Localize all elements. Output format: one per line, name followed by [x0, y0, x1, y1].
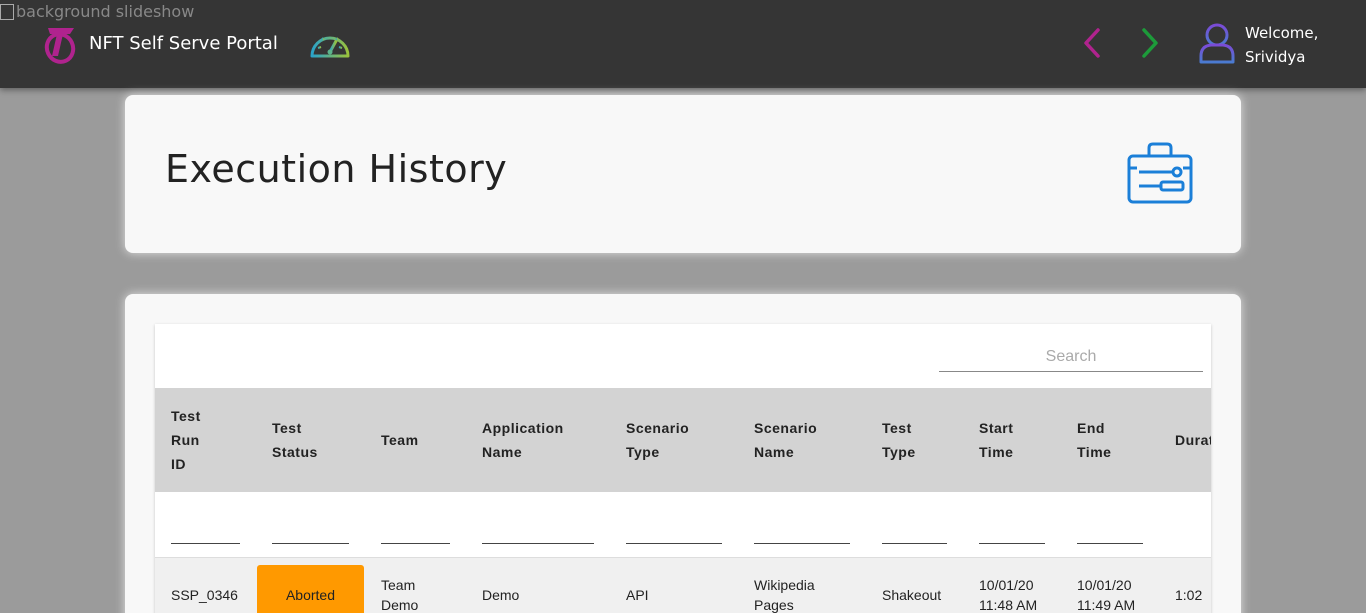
filter-scenario-type[interactable] — [626, 524, 722, 544]
col-header-scenario-type[interactable]: Scenario Type — [626, 388, 689, 492]
search-input[interactable] — [939, 342, 1203, 372]
background-slideshow-image: background slideshow — [0, 2, 194, 21]
execution-history-card: TestRunID TestStatus Team ApplicationNam… — [125, 294, 1241, 613]
table-row[interactable]: SSP_0346 Aborted Team Demo Demo API Wikip… — [155, 558, 1211, 613]
cell-end-time: 10/01/20 11:49 AM — [1077, 577, 1136, 613]
cell-scenario-type: API — [626, 587, 649, 603]
cell-team: Team Demo — [381, 577, 419, 613]
col-header-duration[interactable]: Durat — [1175, 388, 1211, 492]
filter-test-status[interactable] — [272, 524, 349, 544]
portal-brand[interactable]: NFT Self Serve Portal — [89, 33, 278, 54]
col-header-team[interactable]: Team — [381, 388, 419, 492]
cell-test-run-id: SSP_0346 — [171, 587, 238, 603]
speedometer-icon[interactable] — [308, 26, 352, 60]
page-title-card: Execution History — [125, 95, 1241, 253]
cell-scenario-name: Wikipedia Pages — [754, 577, 815, 613]
filter-scenario-name[interactable] — [754, 524, 850, 544]
filter-team[interactable] — [381, 524, 450, 544]
col-header-test-run-id[interactable]: Test Run ID — [171, 388, 201, 492]
execution-history-table: TestRunID TestStatus Team ApplicationNam… — [155, 324, 1211, 613]
filter-end-time[interactable] — [1077, 524, 1143, 544]
background-slideshow-alt: background slideshow — [16, 2, 195, 21]
filter-start-time[interactable] — [979, 524, 1045, 544]
col-header-test-status[interactable]: Test Status — [272, 388, 318, 492]
col-header-end-time[interactable]: End Time — [1077, 388, 1111, 492]
cell-duration: 1:02 — [1175, 587, 1203, 603]
col-header-test-type[interactable]: Test Type — [882, 388, 916, 492]
welcome-greeting: Welcome, — [1245, 24, 1319, 42]
chevron-right-icon[interactable] — [1138, 26, 1162, 60]
filter-row — [155, 492, 1211, 558]
filter-test-type[interactable] — [882, 524, 947, 544]
cell-test-type: Shakeout — [882, 587, 942, 603]
status-badge: Aborted — [257, 565, 364, 613]
telstra-logo-icon[interactable] — [40, 22, 80, 64]
col-header-application-name[interactable]: Application Name — [482, 388, 564, 492]
broken-image-icon — [0, 3, 14, 20]
user-avatar-icon[interactable] — [1198, 22, 1236, 64]
filter-application-name[interactable] — [482, 524, 594, 544]
cell-application-name: Demo — [482, 587, 520, 603]
table-header: Test Run ID Test Status Team Application Nam… — [155, 388, 1211, 492]
col-header-scenario-name[interactable]: Scenario Name — [754, 388, 817, 492]
chevron-left-icon[interactable] — [1080, 26, 1104, 60]
toolbox-icon — [1127, 142, 1193, 204]
welcome-message: Welcome, Srividya — [1245, 21, 1318, 69]
cell-start-time: 10/01/20 11:48 AM — [979, 577, 1038, 613]
welcome-username: Srividya — [1245, 48, 1306, 66]
page-title: Execution History — [165, 147, 508, 191]
top-header: NFT Self Serve Portal Welcome, Srividya — [0, 0, 1366, 88]
col-header-start-time[interactable]: Start Time — [979, 388, 1013, 492]
filter-test-run-id[interactable] — [171, 524, 240, 544]
